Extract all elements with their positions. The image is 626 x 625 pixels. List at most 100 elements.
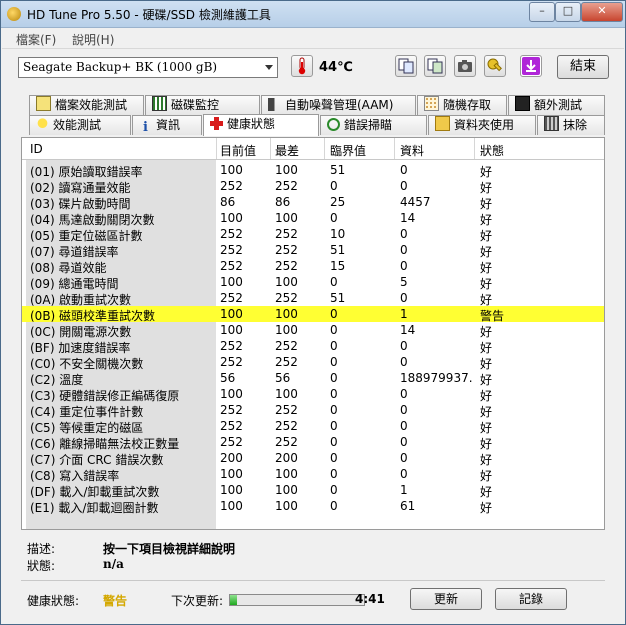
cell-data: 0 bbox=[400, 259, 408, 273]
drive-select[interactable]: Seagate Backup+ BK (1000 gB) bbox=[18, 57, 278, 78]
cell-worst: 252 bbox=[275, 259, 298, 273]
cell-data: 1 bbox=[400, 307, 408, 321]
update-progress-bar bbox=[229, 594, 365, 606]
tab-file-benchmark[interactable]: 檔案效能測試 bbox=[29, 95, 144, 115]
cell-worst: 252 bbox=[275, 339, 298, 353]
close-button[interactable]: ✕ bbox=[581, 2, 623, 22]
cell-id: (E1) 載入/卸載迴圈計數 bbox=[30, 501, 159, 515]
options-button[interactable] bbox=[484, 55, 506, 77]
cell-data: 4457 bbox=[400, 195, 431, 209]
disk-monitor-icon bbox=[152, 96, 167, 111]
table-row[interactable]: (DF) 載入/卸載重試次數 100 100 0 1 好 bbox=[22, 482, 604, 499]
table-row[interactable]: (C2) 溫度56560188979937...好 bbox=[22, 370, 604, 387]
col-header-data[interactable]: 資料 bbox=[400, 142, 424, 159]
cell-current: 100 bbox=[220, 307, 243, 321]
col-header-id[interactable]: ID bbox=[30, 142, 43, 156]
toolbar: Seagate Backup+ BK (1000 gB) 44℃ 結束 bbox=[2, 49, 624, 91]
col-header-worst[interactable]: 最差 bbox=[275, 142, 299, 159]
cell-worst: 100 bbox=[275, 499, 298, 513]
table-row[interactable]: (C4) 重定位事件計數 252 252 0 0 好 bbox=[22, 402, 604, 419]
title-bar[interactable]: HD Tune Pro 5.50 - 硬碟/SSD 檢測維護工具 – □ ✕ bbox=[1, 1, 625, 28]
temperature-readout: 44℃ bbox=[319, 60, 353, 75]
table-row[interactable]: (08) 尋道效能 252 252 15 0 好 bbox=[22, 258, 604, 275]
cell-threshold: 0 bbox=[330, 499, 338, 513]
tab-folder-usage[interactable]: 資料夾使用 bbox=[428, 115, 536, 135]
copy-screen-button[interactable] bbox=[424, 55, 446, 77]
cell-data: 0 bbox=[400, 435, 408, 449]
cell-threshold: 0 bbox=[330, 323, 338, 337]
tab-disk-monitor[interactable]: 磁碟監控 bbox=[145, 95, 260, 115]
cell-threshold: 51 bbox=[330, 291, 346, 305]
col-header-status[interactable]: 狀態 bbox=[480, 142, 504, 159]
tab-error-scan[interactable]: 錯誤掃瞄 bbox=[320, 115, 427, 135]
table-row[interactable]: (0B) 磁頭校準重試次數 100 100 0 1 警告 bbox=[22, 306, 604, 323]
tab-benchmark[interactable]: 效能測試 bbox=[29, 115, 131, 135]
description-value: 按一下項目檢視詳細說明 bbox=[103, 542, 236, 556]
table-row[interactable]: (C0) 不安全關機次數 252 252 0 0 好 bbox=[22, 354, 604, 371]
cell-worst: 86 bbox=[275, 195, 291, 209]
table-row[interactable]: (C8) 寫入錯誤率 100 100 0 0 好 bbox=[22, 466, 604, 483]
tab-info[interactable]: i 資訊 bbox=[132, 115, 202, 135]
table-row[interactable]: (BF) 加速度錯誤率 252 252 0 0 好 bbox=[22, 338, 604, 355]
cell-data: 14 bbox=[400, 211, 416, 225]
table-header: ID 目前值 最差 臨界值 資料 狀態 bbox=[22, 138, 604, 160]
cell-threshold: 0 bbox=[330, 451, 338, 465]
cell-worst: 252 bbox=[275, 243, 298, 257]
window-title: HD Tune Pro 5.50 - 硬碟/SSD 檢測維護工具 bbox=[27, 8, 271, 22]
table-row[interactable]: (01) 原始讀取錯誤率 100 100 51 0 好 bbox=[22, 162, 604, 179]
table-row[interactable]: (E1) 載入/卸載迴圈計數 100 100 0 61 好 bbox=[22, 498, 604, 515]
table-row[interactable]: (04) 馬達啟動關閉次數 100 100 0 14 好 bbox=[22, 210, 604, 227]
table-row[interactable]: (03) 碟片啟動時間 86 86 25 4457 好 bbox=[22, 194, 604, 211]
col-header-threshold[interactable]: 臨界值 bbox=[330, 142, 366, 159]
log-button[interactable]: 記錄 bbox=[495, 588, 567, 610]
tab-aam[interactable]: 自動噪聲管理(AAM) bbox=[261, 95, 416, 115]
cell-worst: 100 bbox=[275, 467, 298, 481]
health-value: 警告 bbox=[103, 594, 128, 608]
tab-extra-tests[interactable]: 額外測試 bbox=[508, 95, 605, 115]
cell-data: 61 bbox=[400, 499, 416, 513]
cell-worst: 252 bbox=[275, 227, 298, 241]
table-row[interactable]: (C3) 硬體錯誤修正編碼復原 100 100 0 0 好 bbox=[22, 386, 604, 403]
table-row[interactable]: (07) 尋道錯誤率 252 252 51 0 好 bbox=[22, 242, 604, 259]
cell-worst: 252 bbox=[275, 355, 298, 369]
health-label: 健康狀態: bbox=[27, 594, 80, 608]
description-label: 描述: bbox=[27, 542, 56, 556]
tab-erase[interactable]: 抹除 bbox=[537, 115, 605, 135]
cell-threshold: 0 bbox=[330, 211, 338, 225]
table-row[interactable]: (05) 重定位磁區計數 252 252 10 0 好 bbox=[22, 226, 604, 243]
copy-text-button[interactable] bbox=[395, 55, 417, 77]
col-header-current[interactable]: 目前值 bbox=[220, 142, 256, 159]
tab-random-access[interactable]: 隨機存取 bbox=[417, 95, 507, 115]
cell-threshold: 0 bbox=[330, 355, 338, 369]
cell-current: 252 bbox=[220, 339, 243, 353]
maximize-button[interactable]: □ bbox=[555, 2, 581, 22]
screenshot-button[interactable] bbox=[454, 55, 476, 77]
table-row[interactable]: (C6) 離線掃瞄無法校正數量 252 252 0 0 好 bbox=[22, 434, 604, 451]
tab-health[interactable]: 健康狀態 bbox=[203, 114, 319, 136]
table-row[interactable]: (09) 總通電時間 100 100 0 5 好 bbox=[22, 274, 604, 291]
divider bbox=[21, 580, 605, 581]
cell-data: 0 bbox=[400, 227, 408, 241]
smart-table: ID 目前值 最差 臨界值 資料 狀態 (01) 原始讀取錯誤率 100 100 51… bbox=[21, 137, 605, 530]
table-row[interactable]: (C5) 等候重定的磁區 252 252 0 0 好 bbox=[22, 418, 604, 435]
chevron-down-icon bbox=[265, 65, 273, 70]
table-row[interactable]: (C7) 介面 CRC 錯誤次數 200 200 0 0 好 bbox=[22, 450, 604, 467]
menu-help[interactable]: 說明(H) bbox=[72, 31, 114, 48]
exit-button[interactable]: 結束 bbox=[557, 55, 609, 79]
cell-threshold: 51 bbox=[330, 243, 346, 257]
app-window: HD Tune Pro 5.50 - 硬碟/SSD 檢測維護工具 – □ ✕ 檔… bbox=[0, 0, 626, 625]
download-arrow-icon bbox=[522, 57, 540, 75]
table-row[interactable]: (0C) 開關電源次數 100 100 0 14 好 bbox=[22, 322, 604, 339]
minimize-button[interactable]: – bbox=[529, 2, 555, 22]
thermometer-icon bbox=[298, 57, 306, 75]
cell-current: 100 bbox=[220, 483, 243, 497]
cell-data: 0 bbox=[400, 467, 408, 481]
temperature-button[interactable] bbox=[291, 55, 313, 77]
save-button[interactable] bbox=[520, 55, 542, 77]
refresh-button[interactable]: 更新 bbox=[410, 588, 482, 610]
table-row[interactable]: (0A) 啟動重試次數 252 252 51 0 好 bbox=[22, 290, 604, 307]
table-row[interactable]: (02) 讀寫通量效能 252 252 0 0 好 bbox=[22, 178, 604, 195]
menu-file[interactable]: 檔案(F) bbox=[16, 31, 56, 48]
cell-threshold: 0 bbox=[330, 307, 338, 321]
cell-data: 188979937... bbox=[400, 371, 472, 385]
